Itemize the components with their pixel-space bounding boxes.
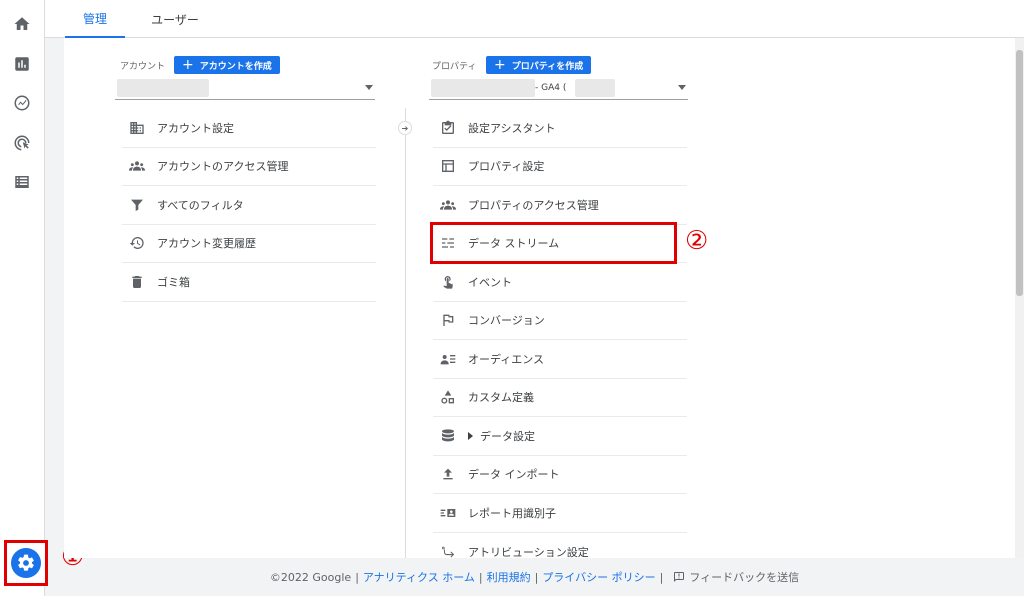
- menu-label: データ ストリーム: [468, 237, 560, 251]
- people-icon: [440, 197, 456, 213]
- column-divider: [405, 108, 406, 558]
- redacted-property-id: [575, 79, 615, 97]
- plus-icon: +: [182, 57, 194, 73]
- window-icon: [440, 158, 456, 174]
- menu-setup-assistant[interactable]: 設定アシスタント: [433, 109, 687, 148]
- create-account-label: アカウントを作成: [199, 61, 272, 72]
- shapes-icon: [440, 389, 456, 405]
- property-selector[interactable]: - GA4 (: [429, 78, 688, 100]
- top-tab-bar: 管理 ユーザー: [45, 0, 1024, 38]
- menu-custom-definitions[interactable]: カスタム定義: [433, 379, 687, 417]
- menu-label: イベント: [468, 275, 512, 289]
- separator: |: [478, 570, 483, 584]
- menu-trash[interactable]: ゴミ箱: [122, 263, 376, 302]
- reports-icon[interactable]: [11, 53, 33, 75]
- menu-conversions[interactable]: コンバージョン: [433, 302, 687, 340]
- menu-label: プロパティ設定: [468, 160, 545, 174]
- menu-account-settings[interactable]: アカウント設定: [122, 109, 376, 148]
- menu-label: アカウントのアクセス管理: [157, 160, 289, 174]
- create-account-button[interactable]: + アカウントを作成: [174, 56, 280, 74]
- account-column-label: アカウント: [120, 62, 166, 72]
- menu-label: データ設定: [480, 429, 535, 443]
- account-menu: アカウント設定 アカウントのアクセス管理 すべてのフィルタ アカウント変更履歴 …: [122, 109, 376, 302]
- database-icon: [440, 428, 456, 444]
- menu-data-settings[interactable]: データ設定: [433, 417, 687, 456]
- admin-gear-button[interactable]: [4, 540, 48, 586]
- left-nav-sidebar: [0, 0, 45, 596]
- filter-icon: [129, 197, 145, 213]
- account-selector[interactable]: [115, 78, 375, 100]
- menu-label: アカウント変更履歴: [157, 237, 256, 251]
- flag-icon: [440, 312, 456, 328]
- feedback-link[interactable]: フィードバックを送信: [689, 569, 799, 585]
- upload-icon: [440, 466, 456, 482]
- menu-account-access[interactable]: アカウントのアクセス管理: [122, 148, 376, 186]
- menu-reporting-identity[interactable]: レポート用識別子: [433, 494, 687, 533]
- menu-label: オーディエンス: [468, 352, 545, 366]
- list-icon[interactable]: [11, 171, 33, 193]
- trash-icon: [129, 274, 145, 290]
- menu-all-filters[interactable]: すべてのフィルタ: [122, 186, 376, 225]
- menu-label: 設定アシスタント: [468, 121, 556, 135]
- menu-label: コンバージョン: [468, 314, 545, 328]
- menu-label: カスタム定義: [468, 391, 534, 405]
- menu-audiences[interactable]: オーディエンス: [433, 340, 687, 379]
- annotation-2: ②: [685, 226, 709, 256]
- menu-data-import[interactable]: データ インポート: [433, 456, 687, 494]
- tab-users[interactable]: ユーザー: [140, 0, 210, 38]
- copyright-text: ©2022 Google: [269, 570, 352, 584]
- building-icon: [129, 120, 145, 136]
- dropdown-caret-icon: [365, 85, 373, 90]
- menu-data-streams[interactable]: データ ストリーム: [433, 225, 687, 263]
- menu-account-change-history[interactable]: アカウント変更履歴: [122, 225, 376, 263]
- footer: ©2022 Google | アナリティクス ホーム | 利用規約 | プライバ…: [45, 558, 1024, 596]
- expand-triangle-icon[interactable]: [468, 431, 473, 440]
- arrow-right-icon: ➔: [398, 121, 412, 135]
- menu-events[interactable]: イベント: [433, 263, 687, 302]
- scrollbar-thumb[interactable]: [1016, 50, 1023, 296]
- dropdown-caret-icon: [678, 85, 686, 90]
- report-id-icon: [440, 505, 456, 521]
- redacted-property-name: [431, 79, 535, 97]
- create-property-label: プロパティを作成: [511, 61, 584, 72]
- audience-icon: [440, 351, 456, 367]
- property-column-label: プロパティ: [432, 62, 477, 72]
- separator: |: [355, 570, 359, 584]
- menu-label: ゴミ箱: [157, 275, 190, 289]
- privacy-policy-link[interactable]: プライバシー ポリシー: [542, 569, 655, 585]
- checklist-icon: [440, 120, 456, 136]
- history-icon: [129, 235, 145, 251]
- touch-icon: [440, 274, 456, 290]
- people-icon: [129, 158, 145, 174]
- menu-label: すべてのフィルタ: [157, 198, 244, 212]
- menu-label: レポート用識別子: [468, 506, 556, 520]
- tab-admin[interactable]: 管理: [65, 0, 125, 38]
- feedback-icon[interactable]: [673, 571, 685, 583]
- advertising-icon[interactable]: [11, 132, 33, 154]
- separator: |: [659, 570, 664, 584]
- separator: |: [534, 570, 539, 584]
- home-icon[interactable]: [11, 13, 33, 35]
- property-menu: 設定アシスタント プロパティ設定 プロパティのアクセス管理 データ ストリーム …: [433, 109, 687, 571]
- menu-label: アカウント設定: [157, 121, 234, 135]
- create-property-button[interactable]: + プロパティを作成: [486, 56, 592, 74]
- menu-label: データ インポート: [468, 468, 560, 482]
- menu-label: プロパティのアクセス管理: [468, 198, 599, 212]
- terms-link[interactable]: 利用規約: [487, 569, 531, 585]
- scrollbar[interactable]: [1015, 38, 1024, 558]
- redacted-account-name: [117, 79, 209, 97]
- menu-property-settings[interactable]: プロパティ設定: [433, 148, 687, 186]
- data-stream-icon: [440, 235, 456, 251]
- gear-icon: [11, 548, 41, 578]
- analytics-home-link[interactable]: アナリティクス ホーム: [363, 569, 475, 585]
- menu-property-access[interactable]: プロパティのアクセス管理: [433, 186, 687, 225]
- plus-icon: +: [494, 57, 506, 73]
- explore-icon[interactable]: [11, 92, 33, 114]
- property-selected-text: - GA4 (: [535, 83, 567, 93]
